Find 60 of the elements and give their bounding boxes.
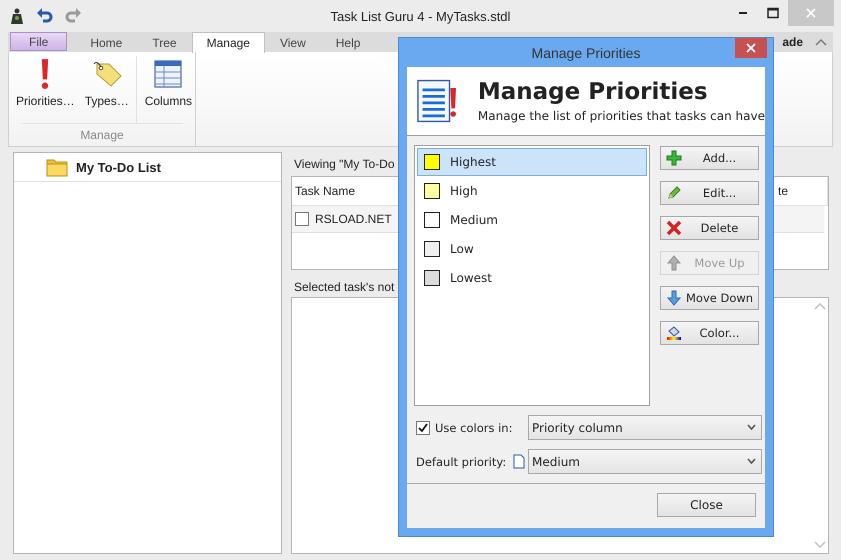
file-menu-tab[interactable]: File [10, 32, 68, 51]
ribbon-button[interactable]: Priorities… [11, 56, 80, 123]
ribbon-tab[interactable]: Help [320, 32, 376, 52]
exclamation-icon [40, 58, 50, 90]
close-icon [746, 43, 756, 53]
x-mark-icon [666, 220, 682, 236]
chevron-down-icon [747, 458, 756, 465]
dialog-button[interactable]: Delete [660, 216, 759, 240]
folder-icon [46, 157, 68, 177]
close-icon [805, 7, 817, 19]
dropdown[interactable]: Priority column [528, 415, 762, 440]
dialog-subtitle: Manage the list of priorities that tasks can have [478, 109, 765, 123]
window-title: Task List Guru 4 - MyTasks.stdl [330, 8, 510, 24]
priority-item[interactable]: Medium [417, 206, 647, 234]
redo-icon[interactable] [64, 7, 82, 25]
close-dialog-button[interactable]: Close [657, 493, 756, 517]
minimize-icon [739, 12, 747, 14]
task-checkbox[interactable] [295, 212, 309, 226]
dropdown[interactable]: Medium [528, 449, 762, 474]
maximize-icon [767, 7, 779, 19]
collapse-ribbon-icon[interactable] [815, 38, 827, 46]
checkbox[interactable] [416, 420, 430, 434]
notes-label: Selected task's not [294, 280, 394, 294]
ribbon-tab[interactable]: Home [75, 32, 138, 52]
group-label: Manage [21, 123, 183, 146]
paint-bucket-icon [666, 325, 682, 341]
plus-icon [666, 150, 682, 166]
dialog-button[interactable]: Edit... [660, 181, 759, 205]
dialog-heading: Manage Priorities [478, 79, 709, 105]
up-arrow-icon [666, 255, 682, 271]
ribbon-button[interactable]: Types… [80, 56, 134, 123]
down-arrow-icon [666, 290, 682, 306]
chevron-down-icon [747, 424, 756, 431]
table-icon [152, 58, 184, 90]
dialog-title: Manage Priorities [532, 44, 640, 60]
dialog-button[interactable]: Color... [660, 321, 759, 345]
close-button[interactable] [735, 38, 767, 58]
task-name: RSLOAD.NET [315, 212, 392, 226]
ribbon-tab[interactable]: Tree [137, 32, 192, 52]
priority-list-icon [417, 77, 458, 125]
ribbon-link[interactable]: ade [782, 35, 803, 49]
priority-item[interactable]: Lowest [417, 264, 647, 292]
undo-icon[interactable] [36, 7, 54, 25]
column-header[interactable]: Task Name [295, 184, 356, 198]
dialog-button[interactable]: Move Down [660, 286, 759, 310]
checkbox-label: Use colors in: [435, 420, 512, 434]
priority-item[interactable]: High [417, 177, 647, 205]
ribbon-button[interactable]: Columns [136, 56, 198, 123]
ribbon-tab[interactable]: Manage [192, 32, 265, 53]
column-header[interactable]: te [778, 184, 788, 198]
document-icon [513, 454, 526, 469]
priority-item[interactable]: Low [417, 235, 647, 263]
view-caption: Viewing "My To-Do [294, 157, 395, 171]
dialog-button[interactable]: Add... [660, 146, 759, 170]
pencil-icon [666, 185, 682, 201]
priority-item[interactable]: Highest [417, 148, 647, 176]
ribbon-tab[interactable]: View [264, 32, 321, 52]
field-label: Default priority: [416, 454, 506, 468]
tree-item[interactable]: My To-Do List [76, 160, 161, 174]
app-icon[interactable] [8, 7, 26, 25]
